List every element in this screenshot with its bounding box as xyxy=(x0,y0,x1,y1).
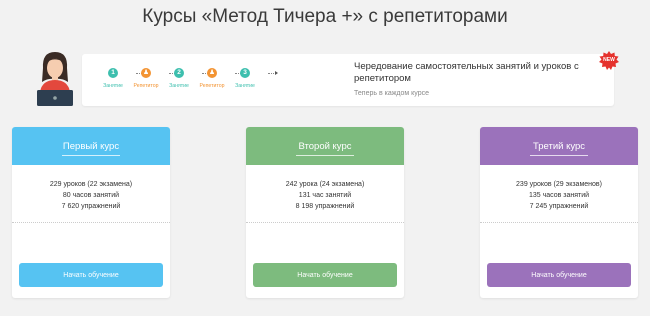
step-label: Занятие xyxy=(169,83,189,89)
course-hours: 135 часов занятий xyxy=(528,192,590,199)
step-number: 2 xyxy=(174,68,184,78)
course-title-underline xyxy=(62,155,120,156)
step-tutor: ♟ Репетитор xyxy=(195,68,229,89)
start-course-button[interactable]: Начать обучение xyxy=(253,263,397,287)
step-arrow xyxy=(268,70,278,75)
course-card-1: Первый курс 229 уроков (22 экзамена) 80 … xyxy=(12,127,170,298)
course-card-header: Первый курс xyxy=(12,127,170,165)
step-number: 3 xyxy=(240,68,250,78)
course-stats: 239 уроков (29 экзаменов) 135 часов заня… xyxy=(480,179,638,212)
course-card-header: Третий курс xyxy=(480,127,638,165)
step-lesson: 3 Занятие xyxy=(228,68,262,89)
divider xyxy=(12,222,170,223)
divider xyxy=(480,222,638,223)
page-title: Курсы «Метод Тичера +» с репетиторами xyxy=(142,6,508,27)
step-label: Занятие xyxy=(235,83,255,89)
step-label: Репетитор xyxy=(133,83,159,89)
course-title-underline xyxy=(296,155,354,156)
course-hours: 80 часов занятий xyxy=(62,192,120,199)
course-card-2: Второй курс 242 урока (24 экзамена) 131 … xyxy=(246,127,404,298)
course-title[interactable]: Второй курс xyxy=(246,141,404,152)
course-exercises: 7 245 упражнений xyxy=(529,203,589,210)
course-lessons: 229 уроков (22 экзамена) xyxy=(49,181,133,188)
step-label: Занятие xyxy=(103,83,123,89)
person-icon: ♟ xyxy=(141,68,151,78)
course-title[interactable]: Первый курс xyxy=(12,141,170,152)
step-lesson: 1 Занятие xyxy=(96,68,130,89)
course-lessons: 239 уроков (29 экзаменов) xyxy=(516,181,602,188)
step-tutor: ♟ Репетитор xyxy=(129,68,163,89)
course-card-3: Третий курс 239 уроков (29 экзаменов) 13… xyxy=(480,127,638,298)
step-lesson: 2 Занятие xyxy=(162,68,196,89)
course-exercises: 7 620 упражнений xyxy=(61,203,121,210)
tutor-avatar-illustration xyxy=(32,48,78,108)
step-number: 1 xyxy=(108,68,118,78)
new-badge: NEW xyxy=(599,51,619,71)
new-badge-label: NEW xyxy=(603,57,615,63)
course-stats: 242 урока (24 экзамена) 131 час занятий … xyxy=(246,179,404,212)
feature-banner: 1 Занятие ♟ Репетитор 2 Занятие ♟ Репети… xyxy=(82,54,614,106)
course-hours: 131 час занятий xyxy=(298,192,352,199)
person-icon: ♟ xyxy=(207,68,217,78)
start-course-button[interactable]: Начать обучение xyxy=(487,263,631,287)
lesson-steps: 1 Занятие ♟ Репетитор 2 Занятие ♟ Репети… xyxy=(96,68,278,94)
start-course-button[interactable]: Начать обучение xyxy=(19,263,163,287)
course-title-underline xyxy=(530,155,588,156)
course-stats: 229 уроков (22 экзамена) 80 часов заняти… xyxy=(12,179,170,212)
course-lessons: 242 урока (24 экзамена) xyxy=(285,181,365,188)
course-card-header: Второй курс xyxy=(246,127,404,165)
banner-subtitle: Теперь в каждом курсе xyxy=(354,90,429,97)
step-label: Репетитор xyxy=(199,83,225,89)
course-exercises: 8 198 упражнений xyxy=(295,203,355,210)
banner-title: Чередование самостоятельных занятий и ур… xyxy=(354,61,579,84)
divider xyxy=(246,222,404,223)
course-title[interactable]: Третий курс xyxy=(480,141,638,152)
